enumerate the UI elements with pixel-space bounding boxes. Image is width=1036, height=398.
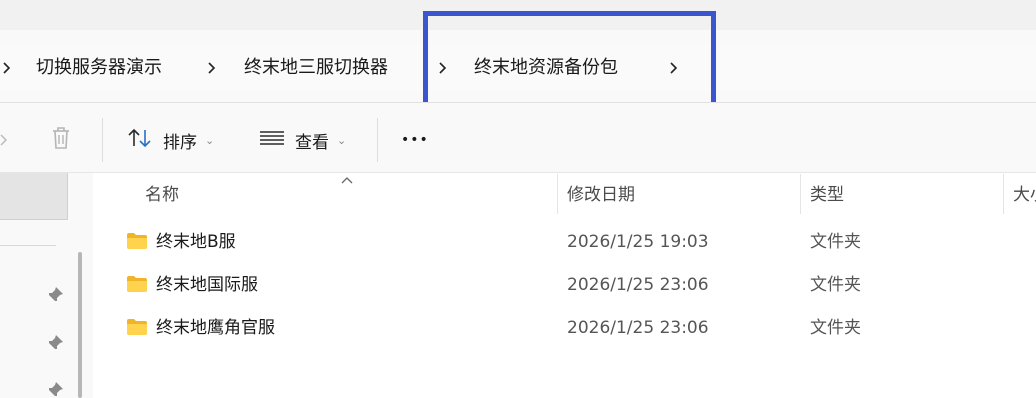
file-name: 终末地鹰角官服	[156, 318, 275, 338]
view-label: 查看	[295, 132, 329, 153]
chevron-right-icon[interactable]	[207, 56, 217, 80]
file-name: 终末地B服	[156, 232, 236, 252]
view-list-icon	[259, 128, 285, 153]
column-separator[interactable]	[800, 174, 801, 214]
folder-icon	[126, 275, 148, 293]
list-item[interactable]: 终末地国际服 2026/1/25 23:06 文件夹	[94, 265, 1036, 305]
folder-icon	[126, 318, 148, 336]
column-header-date[interactable]: 修改日期	[567, 180, 635, 210]
column-separator[interactable]	[557, 174, 558, 214]
file-name: 终末地国际服	[156, 275, 258, 295]
file-date: 2026/1/25 23:06	[567, 318, 709, 338]
pin-icon[interactable]	[45, 380, 65, 398]
file-explorer-window: 切换服务器演示 终末地三服切换器 终末地资源备份包 排序 ⌄ 查看 ⌄ ••• …	[0, 0, 1036, 398]
file-type: 文件夹	[810, 318, 861, 338]
file-date: 2026/1/25 19:03	[567, 232, 709, 252]
divider	[0, 172, 1036, 173]
trash-icon	[49, 125, 73, 156]
file-type: 文件夹	[810, 275, 861, 295]
chevron-right-icon[interactable]	[2, 56, 12, 80]
highlight-annotation-box	[423, 11, 716, 114]
toolbar-separator	[102, 118, 103, 162]
nav-item-selected[interactable]	[0, 173, 68, 220]
more-icon: •••	[401, 132, 429, 148]
sort-ascending-icon	[340, 170, 354, 184]
sort-icon	[127, 126, 153, 155]
breadcrumb-item-switch-demo[interactable]: 切换服务器演示	[36, 56, 162, 80]
breadcrumb-item-switcher[interactable]: 终末地三服切换器	[244, 56, 388, 80]
chevron-right-icon[interactable]	[0, 124, 10, 156]
list-item[interactable]: 终末地B服 2026/1/25 19:03 文件夹	[94, 222, 1036, 262]
more-options-button[interactable]: •••	[401, 124, 429, 156]
column-separator[interactable]	[1003, 174, 1004, 214]
folder-icon	[126, 232, 148, 250]
file-date: 2026/1/25 23:06	[567, 275, 709, 295]
nav-divider	[0, 245, 56, 246]
list-item[interactable]: 终末地鹰角官服 2026/1/25 23:06 文件夹	[94, 308, 1036, 348]
chevron-down-icon: ⌄	[205, 133, 215, 147]
delete-button[interactable]	[49, 124, 73, 156]
chevron-down-icon: ⌄	[337, 133, 347, 147]
column-header-name[interactable]: 名称	[145, 180, 179, 210]
column-header-size[interactable]: 大小	[1013, 180, 1036, 210]
toolbar-separator	[377, 118, 378, 162]
column-header-type[interactable]: 类型	[810, 180, 844, 210]
file-type: 文件夹	[810, 232, 861, 252]
sort-label: 排序	[163, 132, 197, 153]
nav-scrollbar[interactable]	[78, 252, 82, 398]
pin-icon[interactable]	[45, 333, 65, 353]
pin-icon[interactable]	[45, 285, 65, 305]
sort-button[interactable]: 排序 ⌄	[127, 124, 214, 156]
view-button[interactable]: 查看 ⌄	[259, 124, 346, 156]
